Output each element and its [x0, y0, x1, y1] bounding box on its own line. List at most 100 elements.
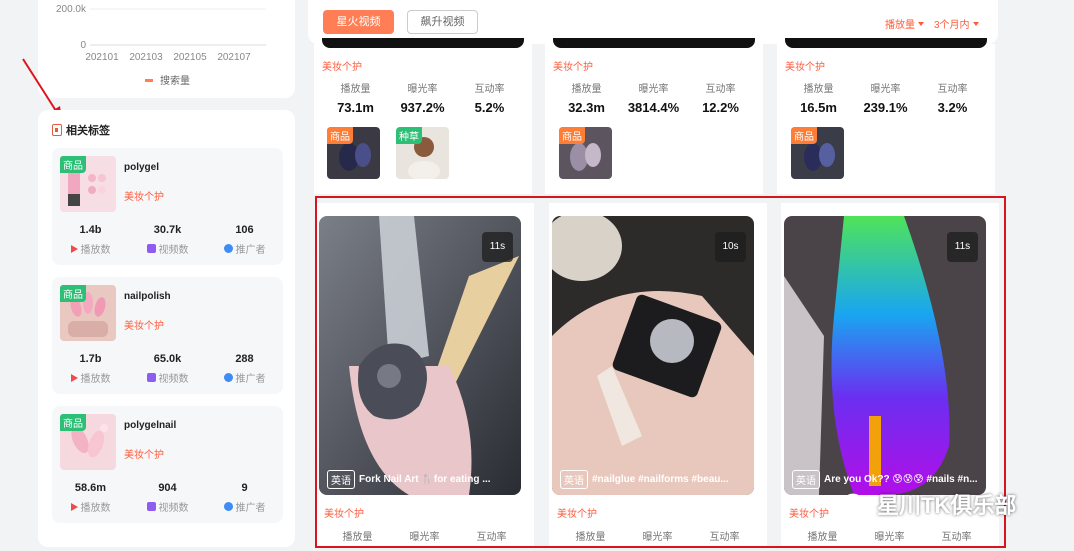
stat-label: 播放量	[803, 84, 834, 95]
tag-card-nailpolish[interactable]: 商品 nailpolish 美妆个护 1.7b 播放数 65.0k 视频数 288 推…	[52, 277, 283, 394]
stat-value: 30.7k	[153, 224, 182, 236]
related-tags-title-text: 相关标签	[66, 125, 110, 137]
stat-promoters: 9 推广者	[206, 482, 283, 514]
stat-engagement: 互动率 12.2%	[687, 80, 754, 115]
stat-views: 播放量 16.5m	[785, 80, 852, 115]
tag-category: 美妆个护	[124, 192, 164, 203]
tag-stats: 1.4b 播放数 30.7k 视频数 106 推广者	[52, 224, 283, 256]
related-tags-title: 相关标签	[52, 122, 110, 138]
product-badge: 商品	[327, 127, 353, 144]
video-category: 美妆个护	[785, 62, 825, 73]
product-thumbnail[interactable]: 商品	[559, 127, 612, 179]
stat-label: 推广者	[235, 374, 266, 385]
stat-exposure: 曝光率 239.1%	[852, 80, 919, 115]
play-icon	[70, 244, 78, 253]
play-icon	[70, 373, 78, 382]
stat-views: 播放量 32.3m	[553, 80, 620, 115]
stat-value: 5.2%	[474, 100, 505, 115]
stat-videos: 904 视频数	[129, 482, 206, 514]
video-thumbnail-bottom	[785, 38, 987, 48]
hot-video-tab[interactable]: 星火视频	[323, 10, 394, 34]
stat-value: 16.5m	[800, 100, 837, 115]
stat-value: 58.6m	[74, 482, 107, 494]
legend-swatch	[145, 79, 153, 82]
stat-value: 904	[158, 482, 177, 494]
x-tick-label: 202105	[173, 52, 207, 63]
user-icon	[223, 373, 233, 382]
product-badge: 商品	[60, 414, 86, 431]
stat-videos: 65.0k 视频数	[129, 353, 206, 385]
stat-engagement: 互动率 5.2%	[456, 80, 523, 115]
stat-label: 视频数	[158, 374, 189, 385]
y-tick-label: 200.0k	[56, 4, 87, 15]
user-icon	[223, 502, 233, 511]
video-icon	[146, 244, 156, 253]
y-tick-label: 0	[80, 40, 86, 51]
video-category: 美妆个护	[553, 62, 593, 73]
product-badge: 商品	[791, 127, 817, 144]
stat-value: 1.7b	[79, 353, 102, 365]
stat-label: 视频数	[158, 503, 189, 514]
stat-label: 曝光率	[638, 84, 669, 95]
video-stats: 播放量 16.5m 曝光率 239.1% 互动率 3.2%	[785, 80, 987, 115]
video-card[interactable]: 美妆个护 播放量 32.3m 曝光率 3814.4% 互动率 12.2% 商品	[545, 38, 763, 194]
stat-value: 3814.4%	[627, 100, 680, 115]
product-thumbnail[interactable]: 商品	[327, 127, 380, 179]
stat-value: 937.2%	[400, 100, 445, 115]
stat-videos: 30.7k 视频数	[129, 224, 206, 256]
play-icon	[70, 502, 78, 511]
bookmark-icon	[52, 124, 62, 136]
stat-exposure: 曝光率 3814.4%	[620, 80, 687, 115]
stat-label: 曝光率	[870, 84, 901, 95]
video-stats: 播放量 73.1m 曝光率 937.2% 互动率 5.2%	[322, 80, 524, 115]
wechat-icon	[843, 493, 869, 514]
stat-label: 播放数	[80, 245, 111, 256]
stat-value: 239.1%	[863, 100, 908, 115]
video-card[interactable]: 美妆个护 播放量 73.1m 曝光率 937.2% 互动率 5.2% 商品 种草	[314, 38, 532, 194]
stat-value: 9	[241, 482, 248, 494]
video-category: 美妆个护	[322, 62, 362, 73]
tag-name[interactable]: nailpolish	[124, 291, 171, 302]
tag-name[interactable]: polygelnail	[124, 420, 176, 431]
stat-promoters: 288 推广者	[206, 353, 283, 385]
video-thumbnail-bottom	[322, 38, 524, 48]
tag-card-polygelnail[interactable]: 商品 polygelnail 美妆个护 58.6m 播放数 904 视频数 9 推广者	[52, 406, 283, 523]
stat-label: 播放量	[571, 84, 602, 95]
related-tags-panel: 相关标签 商品 polygel 美妆个护 1.4b 播放数 30.7k 视频数 10…	[38, 110, 295, 547]
tag-stats: 58.6m 播放数 904 视频数 9 推广者	[52, 482, 283, 514]
watermark: 星川TK俱乐部	[843, 488, 1016, 520]
x-tick-label: 202101	[85, 52, 119, 63]
search-volume-chart: 200.0k 0 202101 202103 202105 202107 搜索量	[38, 0, 295, 98]
chevron-down-icon	[972, 21, 979, 26]
stat-plays: 58.6m 播放数	[52, 482, 129, 514]
stat-label: 播放数	[80, 374, 111, 385]
stat-value: 73.1m	[337, 100, 374, 115]
stat-value: 1.4b	[79, 224, 102, 236]
stat-value: 3.2%	[937, 100, 968, 115]
stat-value: 12.2%	[702, 100, 739, 115]
stat-label: 互动率	[705, 84, 736, 95]
sort-by-dropdown[interactable]: 播放量	[885, 16, 924, 31]
stat-label: 推广者	[235, 503, 266, 514]
product-badge: 商品	[60, 285, 86, 302]
video-thumbnail-bottom	[553, 38, 755, 48]
tag-card-polygel[interactable]: 商品 polygel 美妆个护 1.4b 播放数 30.7k 视频数 106 推广者	[52, 148, 283, 265]
chevron-down-icon	[918, 21, 924, 26]
stat-value: 288	[235, 353, 254, 365]
stat-label: 视频数	[158, 245, 189, 256]
stat-value: 106	[235, 224, 254, 236]
video-card[interactable]: 美妆个护 播放量 16.5m 曝光率 239.1% 互动率 3.2% 商品	[777, 38, 995, 194]
rising-video-tab[interactable]: 飙升视频	[407, 10, 478, 34]
stat-views: 播放量 73.1m	[322, 80, 389, 115]
product-thumbnail[interactable]: 商品	[791, 127, 844, 179]
stat-label: 互动率	[937, 84, 968, 95]
x-tick-label: 202103	[129, 52, 163, 63]
x-tick-label: 202107	[217, 52, 251, 63]
stat-plays: 1.4b 播放数	[52, 224, 129, 256]
period-dropdown[interactable]: 3个月内	[934, 16, 979, 31]
tag-name[interactable]: polygel	[124, 162, 159, 173]
stat-exposure: 曝光率 937.2%	[389, 80, 456, 115]
search-volume-chart-svg: 200.0k 0 202101 202103 202105 202107 搜索量	[56, 4, 266, 87]
product-thumbnail[interactable]: 种草	[396, 127, 449, 179]
video-icon	[146, 502, 156, 511]
